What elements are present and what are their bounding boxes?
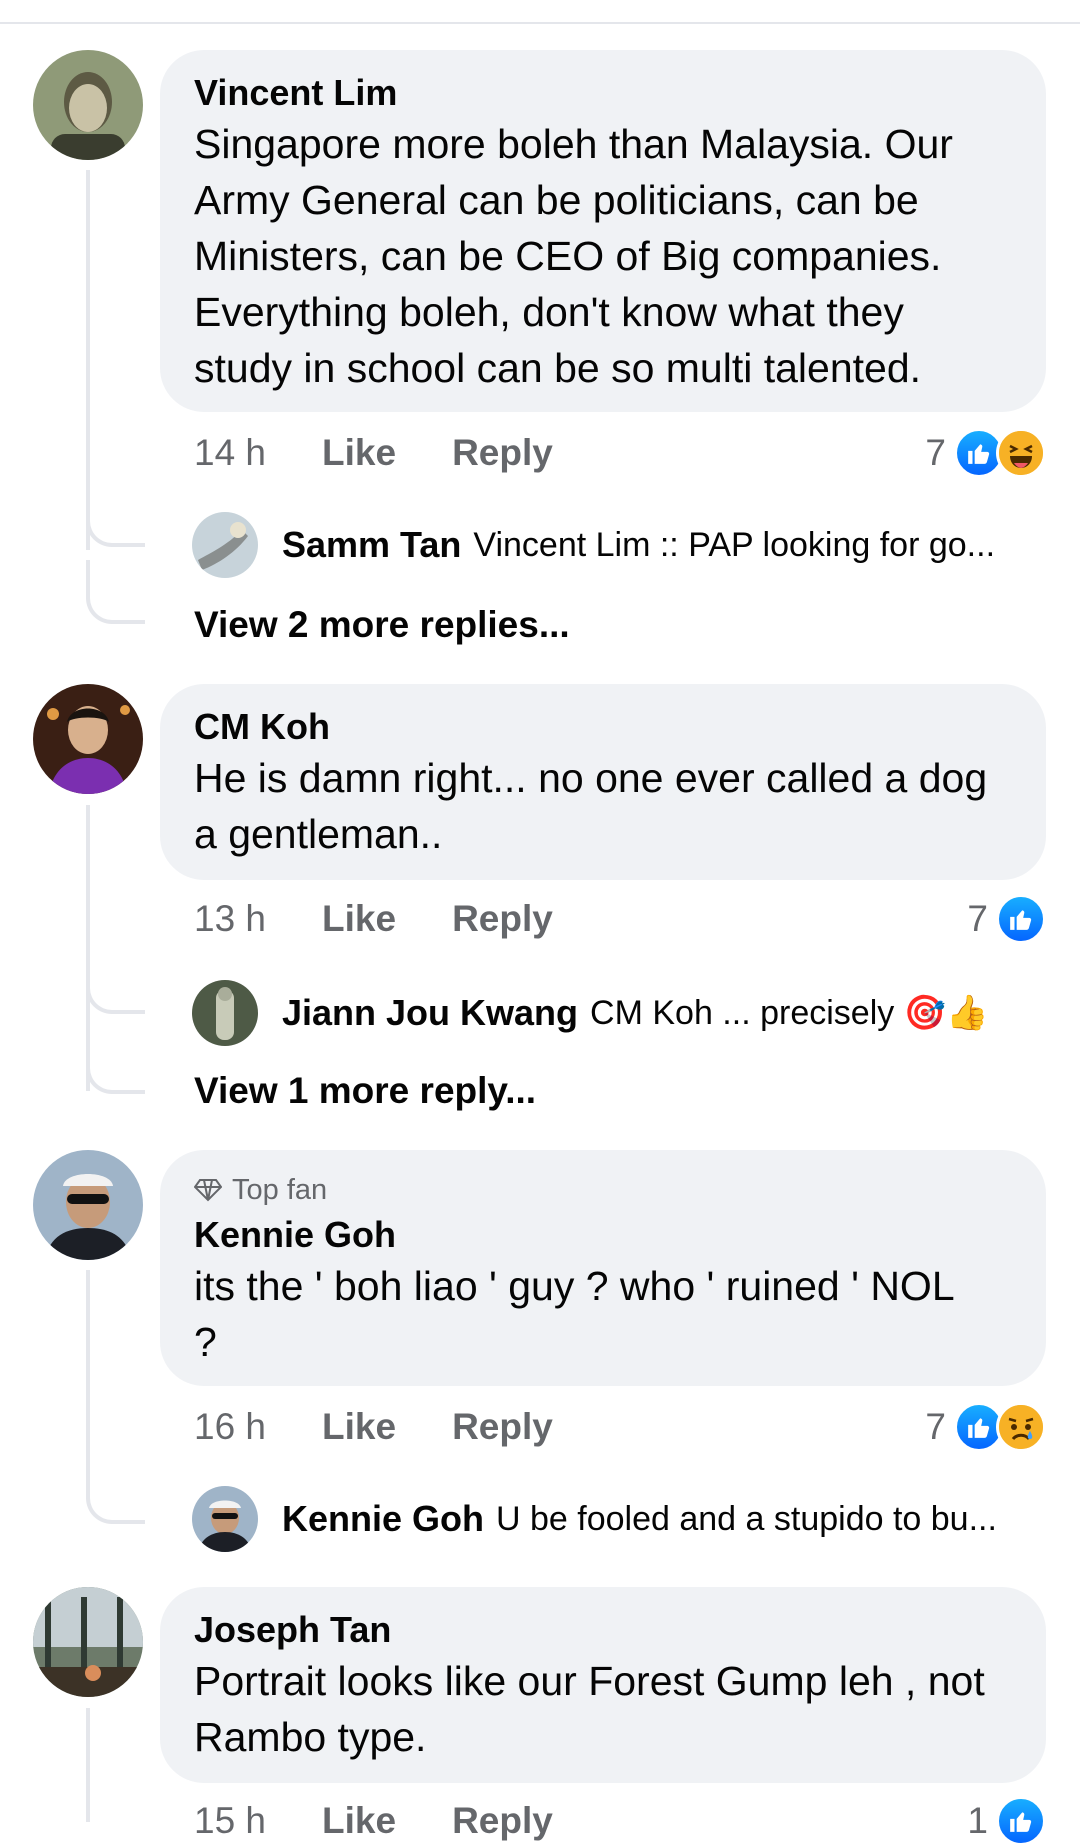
comment-time[interactable]: 13 h <box>194 898 266 940</box>
comment-bubble: Vincent Lim Singapore more boleh than Ma… <box>160 50 1046 412</box>
sad-icon <box>996 1402 1046 1452</box>
thread-elbow <box>86 560 145 624</box>
top-fan-badge: Top fan <box>194 1172 1012 1208</box>
view-more-replies-link[interactable]: View 1 more reply... <box>194 1070 536 1112</box>
reaction-summary[interactable]: 1 <box>967 1796 1046 1846</box>
comment-actions: 15 h Like Reply <box>194 1800 553 1842</box>
reply-button[interactable]: Reply <box>452 432 553 474</box>
like-button[interactable]: Like <box>322 1800 396 1842</box>
like-button[interactable]: Like <box>322 1406 396 1448</box>
comment-actions: 14 h Like Reply <box>194 432 553 474</box>
view-more-replies-link[interactable]: View 2 more replies... <box>194 604 570 646</box>
thread-elbow <box>86 1030 145 1094</box>
like-button[interactable]: Like <box>322 432 396 474</box>
comment-text: Singapore more boleh than Malaysia. Our … <box>194 121 953 391</box>
reply-avatar[interactable] <box>192 980 258 1046</box>
comment-author[interactable]: Vincent Lim <box>194 70 1012 116</box>
reaction-count: 7 <box>925 432 946 473</box>
reply-text: CM Koh ... precisely 🎯👍 <box>590 994 989 1032</box>
comment-text: its the ' boh liao ' guy ? who ' ruined … <box>194 1263 954 1365</box>
thread-elbow <box>86 966 145 1014</box>
reply-preview[interactable]: Jiann Jou Kwang CM Koh ... precisely 🎯👍 <box>192 980 988 1046</box>
reply-button[interactable]: Reply <box>452 1406 553 1448</box>
avatar[interactable] <box>33 684 143 794</box>
thread-line <box>86 170 90 550</box>
comment-actions: 16 h Like Reply <box>194 1406 553 1448</box>
comment-author[interactable]: Kennie Goh <box>194 1212 1012 1258</box>
comment-author[interactable]: CM Koh <box>194 704 1012 750</box>
reaction-count: 7 <box>967 898 988 939</box>
reply-text: Vincent Lim :: PAP looking for go... <box>473 525 996 564</box>
comment-bubble: Top fan Kennie Goh its the ' boh liao ' … <box>160 1150 1046 1386</box>
avatar[interactable] <box>33 1587 143 1697</box>
reaction-summary[interactable]: 7 <box>967 894 1046 944</box>
like-icon <box>996 1796 1046 1846</box>
reaction-summary[interactable]: 7 <box>925 1402 1046 1452</box>
reply-button[interactable]: Reply <box>452 898 553 940</box>
comment-actions: 13 h Like Reply <box>194 898 553 940</box>
top-divider <box>0 22 1080 24</box>
top-fan-label: Top fan <box>232 1174 328 1206</box>
comment-text: Portrait looks like our Forest Gump leh … <box>194 1658 985 1760</box>
reply-text: U be fooled and a stupido to bu... <box>496 1499 997 1538</box>
reply-avatar[interactable] <box>192 512 258 578</box>
reply-avatar[interactable] <box>192 1486 258 1552</box>
thread-line <box>86 1708 90 1822</box>
like-button[interactable]: Like <box>322 898 396 940</box>
comment-bubble: Joseph Tan Portrait looks like our Fores… <box>160 1587 1046 1783</box>
reaction-count: 7 <box>925 1406 946 1447</box>
comment-time[interactable]: 16 h <box>194 1406 266 1448</box>
comment-time[interactable]: 14 h <box>194 432 266 474</box>
comment-author[interactable]: Joseph Tan <box>194 1607 1012 1653</box>
reply-author[interactable]: Samm Tan <box>282 524 461 566</box>
reply-author[interactable]: Jiann Jou Kwang <box>282 992 578 1034</box>
comment-text: He is damn right... no one ever called a… <box>194 755 988 857</box>
comment-time[interactable]: 15 h <box>194 1800 266 1842</box>
like-icon <box>996 894 1046 944</box>
avatar[interactable] <box>33 1150 143 1260</box>
reply-author[interactable]: Kennie Goh <box>282 1498 484 1540</box>
thread-elbow <box>86 500 145 547</box>
avatar[interactable] <box>33 50 143 160</box>
reply-preview[interactable]: Kennie Goh U be fooled and a stupido to … <box>192 1486 997 1552</box>
diamond-icon <box>194 1179 222 1202</box>
reply-button[interactable]: Reply <box>452 1800 553 1842</box>
thread-elbow <box>86 1440 145 1524</box>
haha-icon <box>996 428 1046 478</box>
reaction-summary[interactable]: 7 <box>925 428 1046 478</box>
reaction-count: 1 <box>967 1800 988 1841</box>
reply-preview[interactable]: Samm Tan Vincent Lim :: PAP looking for … <box>192 512 995 578</box>
comment-bubble: CM Koh He is damn right... no one ever c… <box>160 684 1046 880</box>
